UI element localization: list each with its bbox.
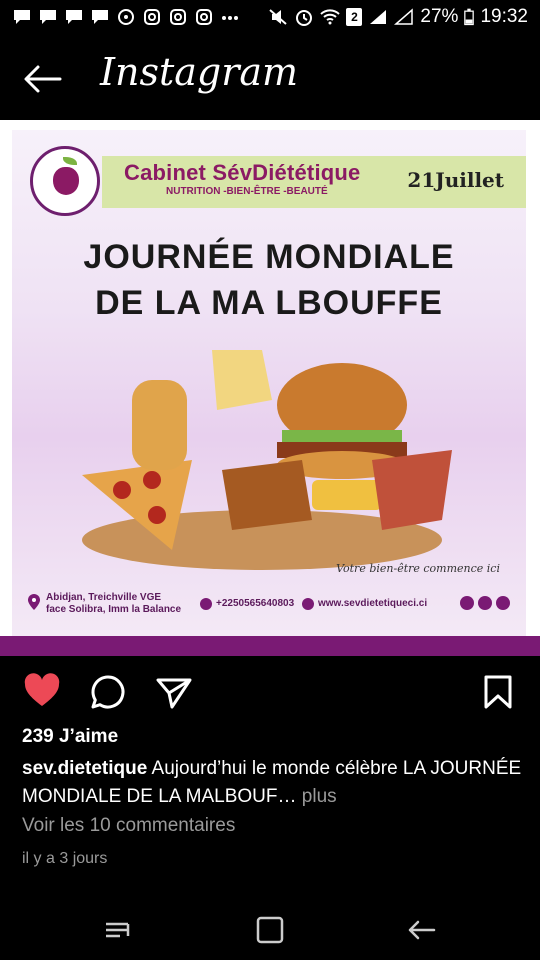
brand-tagline: NUTRITION -BIEN-ÊTRE -BEAUTÉ xyxy=(166,186,328,197)
home-icon[interactable] xyxy=(250,910,290,950)
messenger-icon xyxy=(478,596,492,610)
instagram-icon xyxy=(496,596,510,610)
phone-icon xyxy=(200,598,212,610)
address: Abidjan, Treichville VGE face Solibra, I… xyxy=(46,592,181,616)
location-pin-icon xyxy=(28,594,40,610)
whatsapp-icon xyxy=(118,9,134,25)
battery-percent: 27% xyxy=(420,6,459,27)
nav-back-icon[interactable] xyxy=(402,910,442,950)
more-dots-icon xyxy=(222,16,238,20)
junk-food-illustration xyxy=(82,350,452,570)
comment-icon[interactable] xyxy=(88,672,128,712)
status-bar: 2 27% 19:32 xyxy=(0,0,540,36)
caption-more-link[interactable]: plus xyxy=(302,786,337,807)
signal-icon xyxy=(370,10,387,24)
back-arrow-icon[interactable] xyxy=(20,62,64,96)
brand-logo xyxy=(30,146,100,216)
web-icon xyxy=(302,598,314,610)
battery-icon xyxy=(464,8,475,26)
post-timestamp: il y a 3 jours xyxy=(22,850,108,867)
post-actions xyxy=(0,666,540,714)
poster: Cabinet SévDiététique NUTRITION -BIEN-ÊT… xyxy=(12,130,526,642)
phone-number: +2250565640803 xyxy=(216,598,295,609)
app-header: Instagram xyxy=(0,38,540,118)
wifi-icon xyxy=(320,9,341,25)
event-date: 21Juillet xyxy=(407,168,504,192)
share-send-icon[interactable] xyxy=(154,672,194,712)
headline-line2: DE LA MA LBOUFFE xyxy=(95,284,443,322)
clock: 19:32 xyxy=(480,6,528,27)
instagram-icon xyxy=(170,9,186,25)
message-icon xyxy=(66,10,82,24)
caption-username[interactable]: sev.dietetique xyxy=(22,758,147,779)
leaf-icon xyxy=(63,157,77,165)
brand-name: Cabinet SévDiététique xyxy=(124,160,361,185)
system-nav-bar xyxy=(0,900,540,960)
bookmark-icon[interactable] xyxy=(478,672,518,712)
view-comments-link[interactable]: Voir les 10 commentaires xyxy=(22,815,235,837)
headline-line1: JOURNÉE MONDIALE xyxy=(83,238,455,276)
like-heart-icon[interactable] xyxy=(22,672,62,712)
message-icon xyxy=(40,10,56,24)
instagram-icon xyxy=(196,9,212,25)
message-icon xyxy=(92,10,108,24)
brand-band: Cabinet SévDiététique NUTRITION -BIEN-ÊT… xyxy=(102,156,526,208)
slogan: Votre bien-être commence ici xyxy=(336,562,500,575)
website: www.sevdietetiqueci.ci xyxy=(318,598,428,609)
message-icon xyxy=(14,10,30,24)
mute-icon xyxy=(269,9,288,25)
instagram-icon xyxy=(144,9,160,25)
address-line2: face Solibra, Imm la Balance xyxy=(46,604,182,615)
post-caption: sev.dietetique Aujourd’hui le monde célè… xyxy=(22,755,522,811)
facebook-icon xyxy=(460,596,474,610)
poster-bottom-band xyxy=(0,636,540,656)
app-title: Instagram xyxy=(100,50,299,94)
signal-icon xyxy=(394,8,414,25)
like-count[interactable]: 239 J’aime xyxy=(22,726,118,748)
system-indicators: 2 27% 19:32 xyxy=(268,6,528,28)
contact-row: Abidjan, Treichville VGE face Solibra, I… xyxy=(28,592,518,626)
apple-icon xyxy=(53,167,79,195)
sim-badge: 2 xyxy=(346,8,363,26)
recent-apps-icon[interactable] xyxy=(98,910,138,950)
address-line1: Abidjan, Treichville VGE xyxy=(46,592,162,603)
post-image[interactable]: Cabinet SévDiététique NUTRITION -BIEN-ÊT… xyxy=(0,120,540,656)
alarm-icon xyxy=(296,10,313,26)
notification-icons xyxy=(12,8,240,26)
